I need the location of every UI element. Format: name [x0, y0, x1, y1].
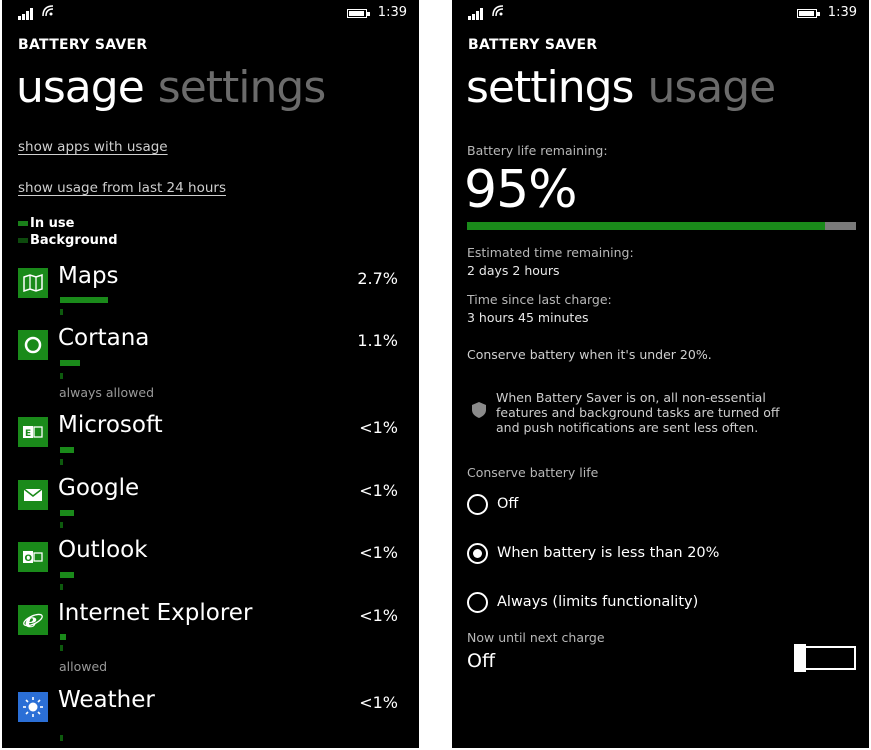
background-bar [60, 735, 63, 741]
radio-button[interactable] [467, 494, 488, 515]
app-percentage: <1% [359, 418, 398, 437]
app-row-internet-explorer[interactable]: e Internet Explorer <1% allowed [18, 600, 398, 675]
since-charge-label: Time since last charge: [467, 292, 612, 307]
mail-icon [18, 480, 48, 510]
background-bar [60, 373, 63, 379]
app-name: Cortana [58, 325, 150, 351]
weather-icon [18, 692, 48, 722]
pivot-header: settings usage [466, 62, 776, 113]
pivot-settings[interactable]: settings [466, 62, 634, 113]
svg-text:O: O [25, 554, 33, 564]
background-bar [60, 309, 63, 315]
svg-text:E: E [25, 429, 31, 439]
since-charge-value: 3 hours 45 minutes [467, 310, 589, 325]
pivot-usage[interactable]: usage [16, 62, 145, 113]
app-row-cortana[interactable]: Cortana 1.1% always allowed [18, 325, 398, 400]
clock: 1:39 [377, 5, 407, 20]
until-next-charge-value: Off [467, 650, 496, 672]
battery-level-bar [467, 222, 856, 230]
radio-option-always[interactable]: Always (limits functionality) [467, 591, 847, 615]
wifi-icon [42, 5, 54, 20]
outlook-icon: O [18, 542, 48, 572]
show-apps-with-usage-link[interactable]: show apps with usage [18, 139, 168, 155]
signal-strength-icon [18, 8, 38, 20]
app-title: BATTERY SAVER [18, 37, 148, 53]
radio-option-off[interactable]: Off [467, 493, 847, 517]
exchange-icon: E [18, 417, 48, 447]
in-use-bar [60, 447, 74, 453]
battery-icon [347, 9, 370, 18]
radio-label: Off [497, 496, 519, 512]
conserve-life-label: Conserve battery life [467, 465, 599, 480]
app-row-microsoft[interactable]: E Microsoft <1% [18, 412, 398, 465]
background-bar [60, 645, 63, 651]
estimated-time-value: 2 days 2 hours [467, 263, 560, 278]
app-note: always allowed [59, 385, 155, 400]
app-name: Weather [58, 687, 155, 713]
battery-level-fill [467, 222, 826, 230]
pivot-usage[interactable]: usage [647, 62, 776, 113]
cortana-icon [18, 330, 48, 360]
estimated-time-label: Estimated time remaining: [467, 245, 634, 260]
until-next-charge-label: Now until next charge [467, 630, 605, 645]
app-percentage: 1.1% [357, 331, 398, 350]
radio-option-less-than-20[interactable]: When battery is less than 20% [467, 542, 847, 566]
in-use-bar [60, 634, 66, 640]
maps-icon [18, 268, 48, 298]
wifi-icon [492, 5, 504, 20]
app-name: Internet Explorer [58, 600, 253, 626]
background-bar [60, 584, 63, 590]
background-bar [60, 522, 63, 528]
app-percentage: <1% [359, 543, 398, 562]
radio-button[interactable] [467, 592, 488, 613]
status-bar: 1:39 [452, 5, 869, 23]
app-row-outlook[interactable]: O Outlook <1% [18, 537, 398, 590]
app-percentage: <1% [359, 606, 398, 625]
battery-icon [797, 9, 820, 18]
until-next-charge-toggle[interactable] [794, 644, 856, 672]
app-title: BATTERY SAVER [468, 37, 598, 53]
pivot-settings[interactable]: settings [158, 62, 326, 113]
shield-icon [472, 402, 486, 418]
in-use-bar [60, 572, 74, 578]
background-bar [60, 459, 63, 465]
app-percentage: <1% [359, 481, 398, 500]
app-note: allowed [59, 659, 108, 674]
in-use-swatch [18, 221, 28, 226]
radio-label: Always (limits functionality) [497, 594, 699, 610]
pivot-header: usage settings [16, 62, 326, 113]
app-name: Google [58, 475, 140, 501]
ie-icon: e [18, 605, 48, 635]
settings-screen: 1:39 BATTERY SAVER settings usage Battery… [452, 0, 869, 748]
in-use-bar [60, 297, 108, 303]
usage-screen: 1:39 BATTERY SAVER usage settings show ap… [2, 0, 419, 748]
toggle-thumb[interactable] [794, 644, 806, 672]
show-usage-24h-link[interactable]: show usage from last 24 hours [18, 180, 226, 196]
in-use-bar [60, 510, 74, 516]
battery-saver-info: When Battery Saver is on, all non-essent… [496, 390, 780, 435]
conserve-under-text: Conserve battery when it's under 20%. [467, 347, 712, 362]
status-bar: 1:39 [2, 5, 419, 23]
svg-text:e: e [25, 610, 37, 631]
app-name: Maps [58, 263, 119, 289]
battery-remaining-label: Battery life remaining: [467, 143, 608, 158]
app-row-weather[interactable]: Weather <1% [18, 687, 398, 747]
app-percentage: 2.7% [357, 269, 398, 288]
in-use-bar [60, 360, 80, 366]
app-name: Microsoft [58, 412, 163, 438]
app-percentage: <1% [359, 693, 398, 712]
clock: 1:39 [827, 5, 857, 20]
legend-background: Background [18, 233, 118, 248]
app-row-maps[interactable]: Maps 2.7% [18, 263, 398, 315]
signal-strength-icon [468, 8, 488, 20]
radio-label: When battery is less than 20% [497, 545, 720, 561]
legend-in-use: In use [18, 216, 74, 231]
radio-button-selected[interactable] [467, 543, 488, 564]
app-name: Outlook [58, 537, 148, 563]
battery-percentage: 95% [464, 160, 578, 220]
app-row-google[interactable]: Google <1% [18, 475, 398, 528]
background-swatch [18, 238, 28, 243]
